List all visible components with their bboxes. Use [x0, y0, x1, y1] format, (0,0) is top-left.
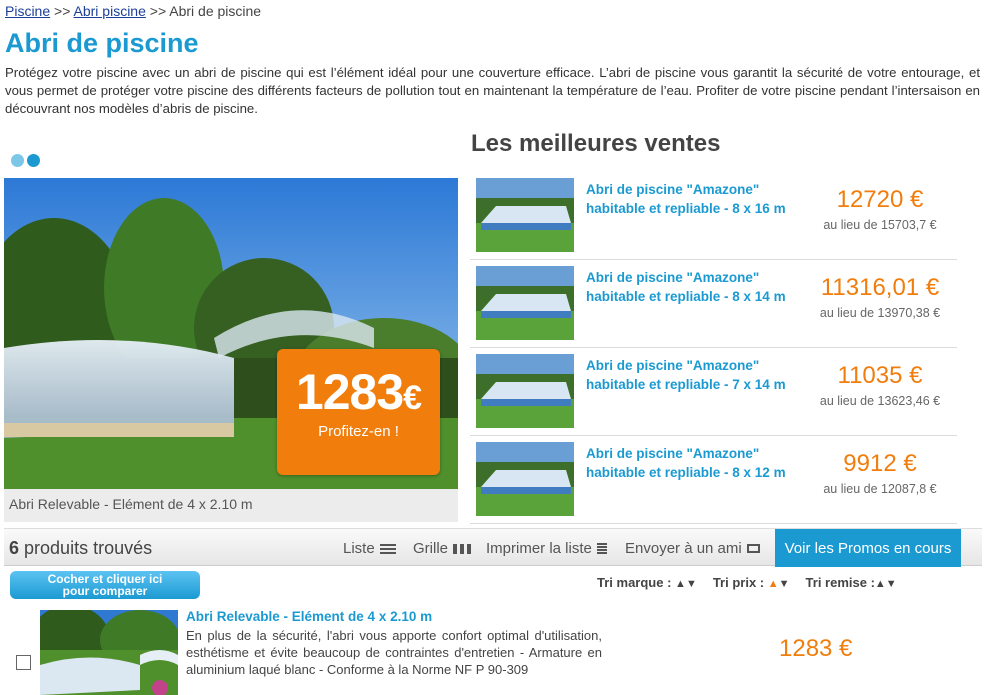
list-view-button[interactable]: Liste	[343, 540, 396, 557]
bestseller-old-price: au lieu de 13970,38 €	[819, 306, 941, 320]
sort-controls: Tri marque : ▲▼ Tri prix : ▲▼ Tri remise…	[597, 575, 897, 590]
grid-icon	[453, 543, 472, 554]
bestseller-thumbnail[interactable]	[476, 442, 574, 516]
hero-currency: €	[403, 379, 422, 417]
slider-dot[interactable]	[11, 154, 24, 167]
hero-price: 1283	[295, 364, 404, 420]
breadcrumb-separator: >>	[149, 3, 167, 19]
bestsellers-list: Abri de piscine "Amazone" habitable et r…	[470, 172, 957, 524]
bestseller-old-price: au lieu de 13623,46 €	[819, 394, 941, 408]
results-count-label: produits trouvés	[24, 538, 153, 558]
intro-text: Protégez votre piscine avec un abri de p…	[5, 65, 980, 116]
page-title: Abri de piscine	[5, 28, 199, 58]
sort-brand[interactable]: Tri marque : ▲▼	[597, 575, 697, 590]
bestseller-thumbnail[interactable]	[476, 178, 574, 252]
bestseller-price: 11316,01 €	[820, 274, 940, 301]
list-view-label: Liste	[343, 540, 375, 557]
bestsellers-title: Les meilleures ventes	[471, 130, 721, 157]
sort-asc-icon[interactable]: ▲	[768, 578, 779, 590]
bestseller-item[interactable]: Abri de piscine "Amazone" habitable et r…	[470, 172, 957, 260]
hero-caption: Abri Relevable - Elément de 4 x 2.10 m	[9, 496, 253, 512]
hero-price-box[interactable]: 1283€ Profitez-en !	[277, 349, 440, 475]
hero-cta: Profitez-en !	[318, 423, 399, 440]
bestseller-name[interactable]: Abri de piscine "Amazone" habitable et r…	[586, 180, 796, 218]
product-thumbnail[interactable]	[40, 610, 178, 695]
compare-button[interactable]: Cocher et cliquer ici pour comparer	[10, 571, 200, 599]
bestseller-thumbnail[interactable]	[476, 266, 574, 340]
breadcrumb-current: Abri de piscine	[169, 3, 262, 19]
bestseller-item[interactable]: Abri de piscine "Amazone" habitable et r…	[470, 348, 957, 436]
bestseller-price: 9912 €	[843, 450, 917, 477]
breadcrumb: Piscine >> Abri piscine >> Abri de pisci…	[5, 3, 261, 19]
promos-button[interactable]: Voir les Promos en cours	[775, 529, 961, 567]
send-to-friend-label: Envoyer à un ami	[625, 540, 742, 557]
sort-price-label: Tri prix :	[712, 575, 765, 590]
compare-checkbox[interactable]	[16, 655, 31, 670]
bestseller-old-price: au lieu de 12087,8 €	[823, 482, 937, 496]
sort-asc-icon[interactable]: ▲	[675, 578, 686, 590]
hero-slide[interactable]: 1283€ Profitez-en ! Abri Relevable - Elé…	[4, 178, 458, 522]
grid-view-button[interactable]: Grille	[413, 540, 472, 557]
sort-desc-icon[interactable]: ▼	[779, 578, 790, 590]
results-toolbar: 6 produits trouvés Liste Grille Imprimer…	[4, 528, 982, 567]
sort-asc-icon[interactable]: ▲	[875, 578, 886, 590]
compare-line-2: pour comparer	[62, 584, 148, 598]
product-price: 1283 €	[779, 635, 853, 662]
breadcrumb-link-piscine[interactable]: Piscine	[5, 3, 50, 19]
bestseller-price: 12720 €	[836, 186, 924, 213]
sort-desc-icon[interactable]: ▼	[686, 578, 697, 590]
results-count: 6 produits trouvés	[9, 538, 152, 559]
print-list-button[interactable]: Imprimer la liste	[486, 540, 607, 557]
bestseller-name[interactable]: Abri de piscine "Amazone" habitable et r…	[586, 444, 796, 482]
sort-discount[interactable]: Tri remise :▲▼	[806, 575, 897, 590]
results-count-number: 6	[9, 538, 20, 558]
breadcrumb-separator: >>	[54, 3, 71, 19]
print-icon	[596, 542, 607, 555]
bestseller-name[interactable]: Abri de piscine "Amazone" habitable et r…	[586, 268, 796, 306]
slider-dot-active[interactable]	[27, 154, 40, 167]
send-to-friend-button[interactable]: Envoyer à un ami	[625, 540, 760, 557]
mail-icon	[746, 544, 760, 553]
product-row: Abri Relevable - Elément de 4 x 2.10 m E…	[4, 606, 982, 695]
bestseller-item[interactable]: Abri de piscine "Amazone" habitable et r…	[470, 436, 957, 524]
sort-desc-icon[interactable]: ▼	[886, 578, 897, 590]
bestseller-price: 11035 €	[837, 362, 923, 389]
product-name[interactable]: Abri Relevable - Elément de 4 x 2.10 m	[186, 609, 432, 624]
slider-dots	[11, 154, 40, 167]
bestseller-old-price: au lieu de 15703,7 €	[823, 218, 937, 232]
print-list-label: Imprimer la liste	[486, 540, 592, 557]
sort-brand-label: Tri marque :	[597, 575, 672, 590]
product-description: En plus de la sécurité, l'abri vous appo…	[186, 628, 602, 677]
bestseller-name[interactable]: Abri de piscine "Amazone" habitable et r…	[586, 356, 796, 394]
bestseller-item[interactable]: Abri de piscine "Amazone" habitable et r…	[470, 260, 957, 348]
sort-discount-label: Tri remise :	[805, 575, 875, 590]
grid-view-label: Grille	[413, 540, 449, 557]
bestseller-thumbnail[interactable]	[476, 354, 574, 428]
breadcrumb-link-abri-piscine[interactable]: Abri piscine	[74, 3, 146, 19]
sort-price[interactable]: Tri prix : ▲▼	[713, 575, 790, 590]
list-icon	[379, 543, 396, 554]
